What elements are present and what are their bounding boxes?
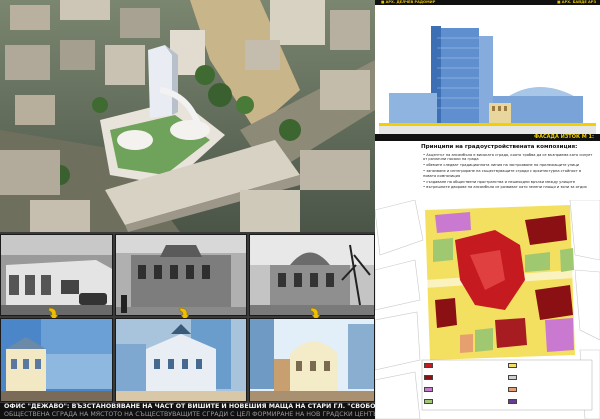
east-facade-drawing — [379, 8, 596, 134]
legend-item — [424, 398, 509, 404]
project-caption: ОФИС "ДЕЖАВО": ВЪЗСТАНОВЯВАНЕ НА ЧАСТ ОТ… — [0, 403, 375, 419]
caption-line-2: ОБЩЕСТВЕНА СГРАДА НА МЯСТОТО НА СЪЩЕСТВУ… — [4, 411, 375, 418]
legend-swatch — [508, 374, 517, 380]
legend-item — [508, 374, 593, 380]
legend-item — [424, 374, 509, 380]
legend-swatch — [424, 386, 433, 392]
legend-item — [424, 362, 509, 368]
legend-item — [508, 362, 593, 368]
aerial-render — [0, 0, 375, 232]
legend-swatch — [424, 374, 433, 380]
principles-title: Принципи на градоустройствената композиц… — [421, 144, 578, 150]
legend-swatch — [508, 362, 517, 368]
legend-swatch — [508, 398, 517, 404]
author-label-right: ■ АРХ. БАЙДЕ АРЗ — [557, 0, 596, 4]
legend-item — [508, 398, 593, 404]
principle-item: • запазване и интегриране на съществуващ… — [423, 169, 582, 178]
principle-item: • Акцентът на ансамбъла е високата сград… — [423, 153, 593, 162]
principles-list: • Акцентът на ансамбъла е високата сград… — [423, 153, 595, 191]
legend-item — [508, 386, 593, 392]
historic-photo-1 — [0, 234, 113, 316]
legend-swatch — [424, 362, 433, 368]
plan-legend — [422, 360, 592, 410]
proposal-render-2 — [115, 318, 247, 402]
proposal-render-1 — [0, 318, 113, 402]
caption-line-1: ОФИС "ДЕЖАВО": ВЪЗСТАНОВЯВАНЕ НА ЧАСТ ОТ… — [4, 403, 375, 410]
aerial-render-graphic — [0, 0, 375, 232]
principle-item: • вътрешните дворове на ансамбъла се раз… — [423, 185, 587, 190]
historic-photo-2 — [115, 234, 247, 316]
proposal-render-3 — [249, 318, 375, 402]
historic-photo-3 — [249, 234, 375, 316]
legend-item — [424, 386, 509, 392]
legend-swatch — [424, 398, 433, 404]
right-panel: ■ АРХ. ДЕЛЧЕВ РАДОМИР ■ АРХ. БАЙДЕ АРЗ Ф… — [375, 0, 600, 419]
legend-swatch — [508, 386, 517, 392]
principle-item: • създаване на обществени пространства и… — [423, 179, 576, 184]
facade-label: ФАСАДА ИЗТОК М 1: — [534, 134, 594, 140]
principle-item: • обемите следват традиционната линия на… — [423, 163, 580, 168]
author-label-left: ■ АРХ. ДЕЛЧЕВ РАДОМИР — [381, 0, 436, 4]
